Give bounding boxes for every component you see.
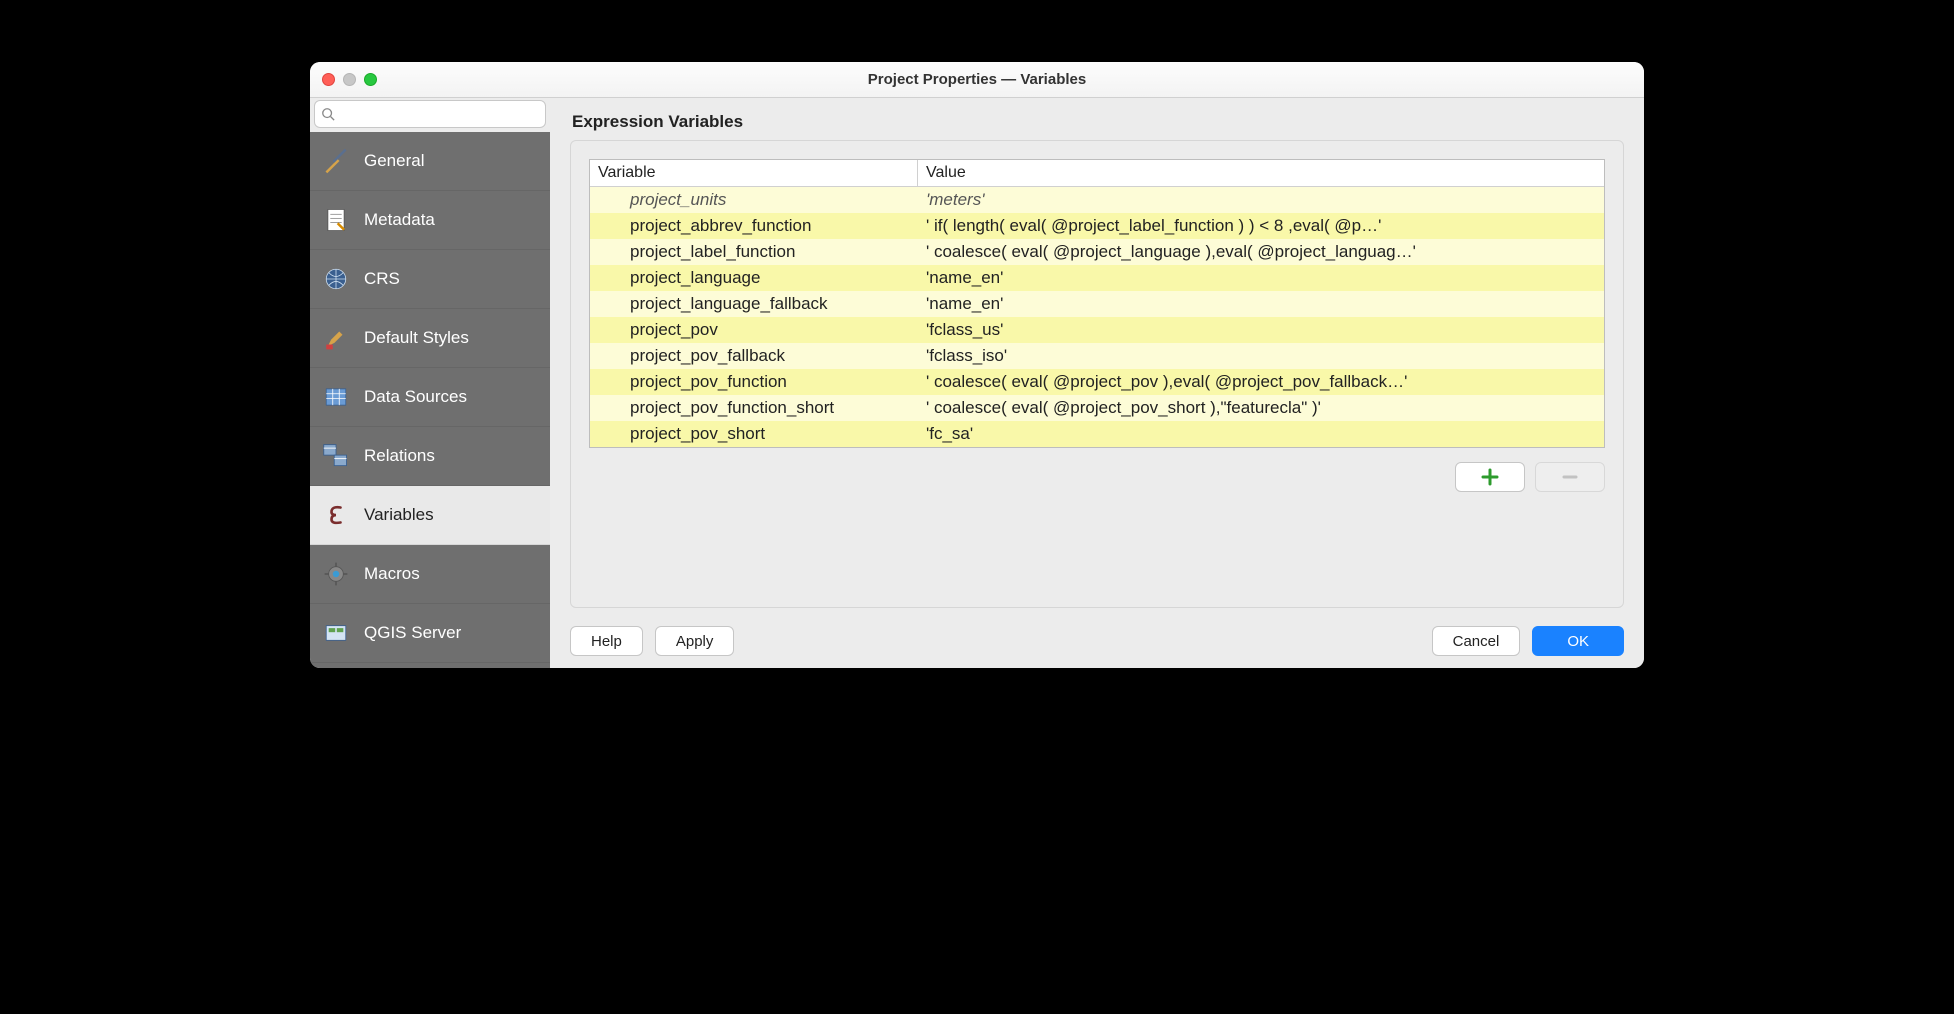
sidebar-item-metadata[interactable]: Metadata bbox=[310, 191, 550, 250]
minimize-icon[interactable] bbox=[343, 73, 356, 86]
dialog-footer: Help Apply Cancel OK bbox=[570, 626, 1624, 656]
content-area: Expression Variables Variable Value proj… bbox=[550, 98, 1644, 668]
sidebar-item-relations[interactable]: Relations bbox=[310, 427, 550, 486]
column-header-value[interactable]: Value bbox=[918, 160, 1604, 186]
cell-variable[interactable]: project_language bbox=[590, 265, 918, 291]
search-wrap bbox=[310, 98, 550, 132]
brush-icon bbox=[320, 322, 352, 354]
sidebar-nav: General Metadata CRS bbox=[310, 132, 550, 668]
cell-variable[interactable]: project_pov bbox=[590, 317, 918, 343]
project-properties-window: Project Properties — Variables General bbox=[310, 62, 1644, 668]
cell-value[interactable]: 'name_en' bbox=[918, 265, 1604, 291]
table-row[interactable]: project_units'meters' bbox=[590, 187, 1604, 213]
sidebar-item-general[interactable]: General bbox=[310, 132, 550, 191]
cancel-button[interactable]: Cancel bbox=[1432, 626, 1521, 656]
gear-icon bbox=[320, 558, 352, 590]
table-row[interactable]: project_pov'fclass_us' bbox=[590, 317, 1604, 343]
titlebar: Project Properties — Variables bbox=[310, 62, 1644, 98]
table-header: Variable Value bbox=[590, 160, 1604, 187]
server-icon bbox=[320, 617, 352, 649]
sidebar-item-label: Relations bbox=[364, 446, 435, 466]
cell-value[interactable]: 'fclass_us' bbox=[918, 317, 1604, 343]
cell-variable[interactable]: project_units bbox=[590, 187, 918, 213]
remove-variable-button bbox=[1535, 462, 1605, 492]
sidebar-item-label: Default Styles bbox=[364, 328, 469, 348]
cell-variable[interactable]: project_pov_short bbox=[590, 421, 918, 447]
table-row[interactable]: project_pov_short'fc_sa' bbox=[590, 421, 1604, 447]
table-toolbar bbox=[589, 462, 1605, 492]
table-row[interactable]: project_abbrev_function' if( length( eva… bbox=[590, 213, 1604, 239]
sidebar-item-variables[interactable]: Variables bbox=[310, 486, 550, 545]
cell-variable[interactable]: project_language_fallback bbox=[590, 291, 918, 317]
relations-icon bbox=[320, 440, 352, 472]
wrench-icon bbox=[320, 145, 352, 177]
minus-icon bbox=[1561, 468, 1579, 486]
sidebar-item-label: CRS bbox=[364, 269, 400, 289]
cell-variable[interactable]: project_label_function bbox=[590, 239, 918, 265]
sidebar-item-label: Metadata bbox=[364, 210, 435, 230]
search-input[interactable] bbox=[314, 100, 546, 128]
cell-value[interactable]: 'name_en' bbox=[918, 291, 1604, 317]
sidebar: General Metadata CRS bbox=[310, 98, 550, 668]
globe-icon bbox=[320, 263, 352, 295]
cell-variable[interactable]: project_pov_function_short bbox=[590, 395, 918, 421]
sidebar-item-default-styles[interactable]: Default Styles bbox=[310, 309, 550, 368]
sidebar-item-qgis-server[interactable]: QGIS Server bbox=[310, 604, 550, 663]
table-row[interactable]: project_language'name_en' bbox=[590, 265, 1604, 291]
sidebar-item-label: QGIS Server bbox=[364, 623, 461, 643]
cell-value[interactable]: ' coalesce( eval( @project_language ),ev… bbox=[918, 239, 1604, 265]
cell-variable[interactable]: project_abbrev_function bbox=[590, 213, 918, 239]
table-row[interactable]: project_pov_function_short' coalesce( ev… bbox=[590, 395, 1604, 421]
section-title: Expression Variables bbox=[572, 112, 1624, 132]
help-button[interactable]: Help bbox=[570, 626, 643, 656]
apply-button[interactable]: Apply bbox=[655, 626, 735, 656]
cell-value[interactable]: ' if( length( eval( @project_label_funct… bbox=[918, 213, 1604, 239]
sidebar-item-label: Variables bbox=[364, 505, 434, 525]
sidebar-item-data-sources[interactable]: Data Sources bbox=[310, 368, 550, 427]
table-row[interactable]: project_pov_fallback'fclass_iso' bbox=[590, 343, 1604, 369]
sidebar-item-label: Macros bbox=[364, 564, 420, 584]
cell-value[interactable]: 'fc_sa' bbox=[918, 421, 1604, 447]
sidebar-item-label: Data Sources bbox=[364, 387, 467, 407]
table-row[interactable]: project_language_fallback'name_en' bbox=[590, 291, 1604, 317]
variables-table[interactable]: Variable Value project_units'meters'proj… bbox=[589, 159, 1605, 448]
cell-value[interactable]: ' coalesce( eval( @project_pov ),eval( @… bbox=[918, 369, 1604, 395]
cell-variable[interactable]: project_pov_fallback bbox=[590, 343, 918, 369]
sidebar-item-label: General bbox=[364, 151, 424, 171]
table-icon bbox=[320, 381, 352, 413]
add-variable-button[interactable] bbox=[1455, 462, 1525, 492]
close-icon[interactable] bbox=[322, 73, 335, 86]
document-icon bbox=[320, 204, 352, 236]
search-icon bbox=[321, 107, 335, 121]
window-body: General Metadata CRS bbox=[310, 98, 1644, 668]
table-row[interactable]: project_pov_function' coalesce( eval( @p… bbox=[590, 369, 1604, 395]
table-row[interactable]: project_label_function' coalesce( eval( … bbox=[590, 239, 1604, 265]
plus-icon bbox=[1481, 468, 1499, 486]
sidebar-item-macros[interactable]: Macros bbox=[310, 545, 550, 604]
variables-panel: Variable Value project_units'meters'proj… bbox=[570, 140, 1624, 608]
traffic-lights bbox=[322, 73, 377, 86]
ok-button[interactable]: OK bbox=[1532, 626, 1624, 656]
table-body: project_units'meters'project_abbrev_func… bbox=[590, 187, 1604, 447]
sidebar-item-crs[interactable]: CRS bbox=[310, 250, 550, 309]
cell-variable[interactable]: project_pov_function bbox=[590, 369, 918, 395]
cell-value[interactable]: 'fclass_iso' bbox=[918, 343, 1604, 369]
maximize-icon[interactable] bbox=[364, 73, 377, 86]
column-header-variable[interactable]: Variable bbox=[590, 160, 918, 186]
cell-value[interactable]: 'meters' bbox=[918, 187, 1604, 213]
epsilon-icon bbox=[320, 499, 352, 531]
cell-value[interactable]: ' coalesce( eval( @project_pov_short ),"… bbox=[918, 395, 1604, 421]
window-title: Project Properties — Variables bbox=[310, 71, 1644, 88]
